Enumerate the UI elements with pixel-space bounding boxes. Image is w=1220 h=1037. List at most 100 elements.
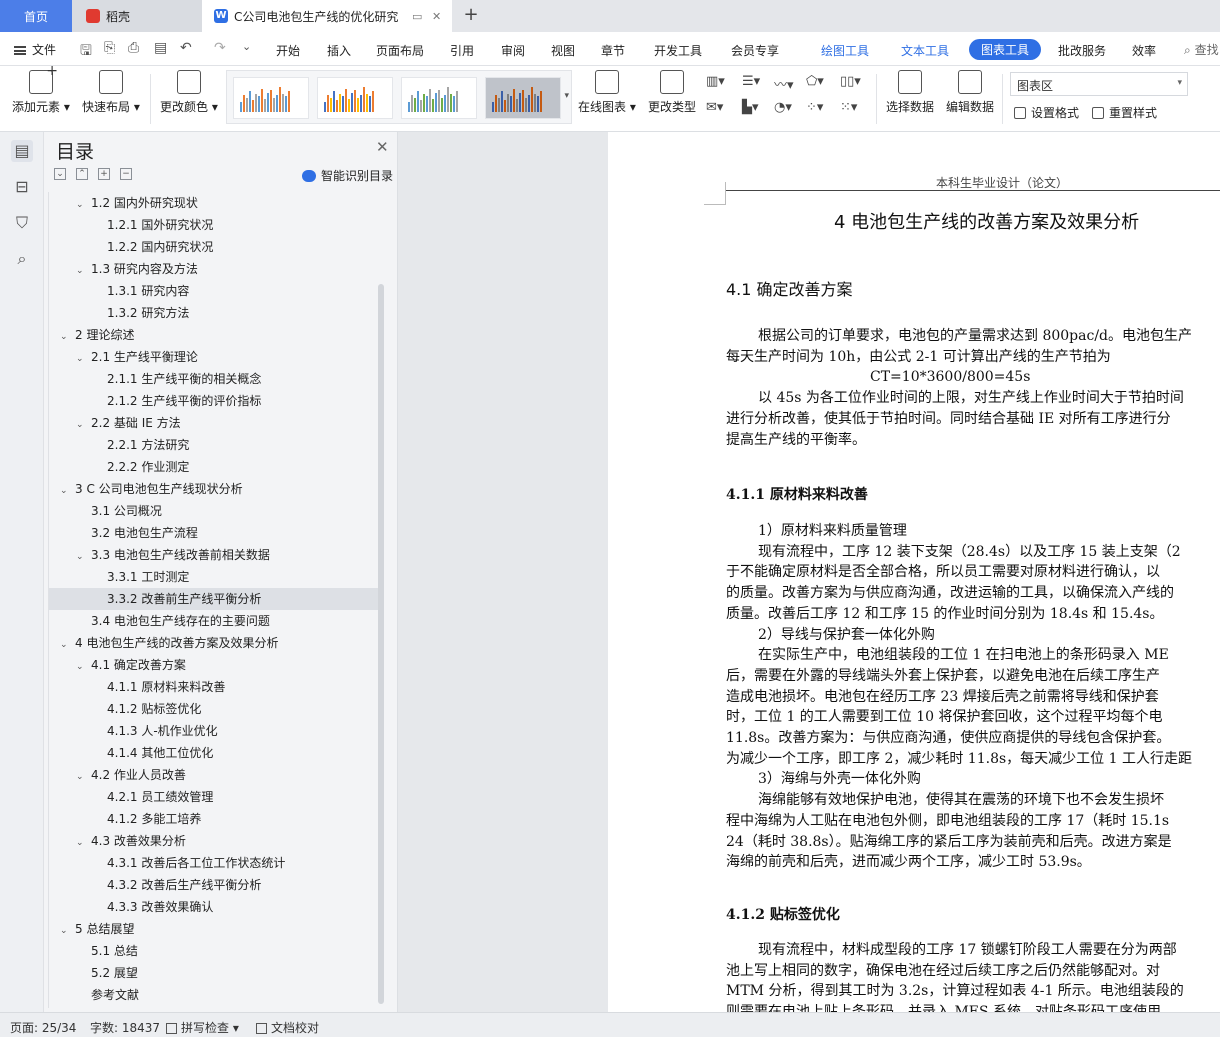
chart-style-4[interactable] [485,77,561,119]
toc-item[interactable]: ⌄ 2.2 基础 IE 方法 [49,412,380,434]
toc-item[interactable]: 5.1 总结 [49,940,380,962]
toc-item[interactable]: ⌄ 5 总结展望 [49,918,380,940]
file-menu[interactable]: 文件 [14,41,56,58]
chevron-down-icon[interactable]: ⌄ [76,832,86,854]
line-chart-icon[interactable]: 〰▾ [774,74,794,93]
column-chart-icon[interactable]: ▥▾ [706,74,725,89]
toc-item[interactable]: 5.2 展望 [49,962,380,984]
pie-chart-icon[interactable]: ◔▾ [774,100,792,115]
menu-insert[interactable]: 插入 [327,42,351,59]
toc-item[interactable]: 4.3.3 改善效果确认 [49,896,380,918]
chevron-down-icon[interactable]: ⌄ [60,920,70,942]
search-box[interactable]: ⌕ 查找 [1184,41,1219,58]
toc-item[interactable]: 4.1.2 贴标签优化 [49,698,380,720]
chart-style-2[interactable] [317,77,393,119]
search-icon[interactable]: ⌕ [11,248,33,270]
chevron-down-icon[interactable]: ⌄ [76,766,86,788]
toc-item[interactable]: ⌄ 2 理论综述 [49,324,380,346]
chevron-down-icon[interactable]: ⌄ [76,546,86,568]
toc-item[interactable]: 2.1.2 生产线平衡的评价指标 [49,390,380,412]
document-page[interactable]: 本科生毕业设计（论文） 4 电池包生产线的改善方案及效果分析 4.1 确定改善方… [608,132,1220,1012]
toc-item[interactable]: 参考文献 [49,984,380,1006]
select-data-button[interactable]: 选择数据 [886,70,934,115]
chapter-icon[interactable]: ⊟ [11,176,33,198]
tab-home[interactable]: 首页 [0,0,72,32]
toc-item[interactable]: 4.1.4 其他工位优化 [49,742,380,764]
chevron-down-icon[interactable]: ⌄ [76,348,86,370]
menu-chart-tools[interactable]: 图表工具 [969,39,1042,60]
toc-item[interactable]: 4.3.1 改善后各工位工作状态统计 [49,852,380,874]
word-count[interactable]: 字数: 18437 [90,1019,160,1036]
online-chart-button[interactable]: 在线图表 ▾ [578,70,636,115]
more-chevron-icon[interactable]: ⌄ [242,40,251,53]
toc-item[interactable]: ⌄ 3.3 电池包生产线改善前相关数据 [49,544,380,566]
scatter-chart-icon[interactable]: ⁘▾ [806,100,823,115]
page-count[interactable]: 页面: 25/34 [10,1019,76,1036]
toc-item[interactable]: 4.1.1 原材料来料改善 [49,676,380,698]
chevron-down-icon[interactable]: ⌄ [60,634,70,656]
toc-item[interactable]: 3.4 电池包生产线存在的主要问题 [49,610,380,632]
toc-item[interactable]: ⌄ 3 C 公司电池包生产线现状分析 [49,478,380,500]
toc-item[interactable]: 1.2.2 国内研究状况 [49,236,380,258]
edit-data-button[interactable]: 编辑数据 [946,70,994,115]
set-format-button[interactable]: 设置格式 [1014,104,1079,121]
close-icon[interactable]: ✕ [376,138,389,156]
toc-item[interactable]: 3.1 公司概况 [49,500,380,522]
gallery-expand-icon[interactable]: ▾ [564,91,569,101]
quick-layout-button[interactable]: 快速布局 ▾ [82,70,140,115]
add-element-button[interactable]: 添加元素 ▾ [12,63,70,115]
other-chart-icon[interactable]: ⁙▾ [840,100,857,115]
reset-style-button[interactable]: 重置样式 [1092,104,1157,121]
menu-start[interactable]: 开始 [276,42,300,59]
bookmark-icon[interactable]: ⛉ [11,212,33,234]
menu-chapter[interactable]: 章节 [601,42,625,59]
new-tab-button[interactable]: + [460,4,482,26]
print-icon[interactable]: ⎙ [128,40,139,56]
chart-style-3[interactable] [401,77,477,119]
redo-icon[interactable]: ↷ [214,40,226,56]
radar-chart-icon[interactable]: ⬠▾ [806,74,824,89]
menu-review[interactable]: 审阅 [501,42,525,59]
toc-item[interactable]: 4.1.2 多能工培养 [49,808,380,830]
change-type-button[interactable]: 更改类型 [648,70,696,115]
save-icon[interactable]: 🖫 [80,40,92,64]
stock-chart-icon[interactable]: ▯▯▾ [840,74,861,89]
menu-view[interactable]: 视图 [551,42,575,59]
toc-item[interactable]: ⌄ 2.1 生产线平衡理论 [49,346,380,368]
toc-item[interactable]: 4.2.1 员工绩效管理 [49,786,380,808]
toc-item[interactable]: 4.1.3 人-机作业优化 [49,720,380,742]
toc-icon[interactable]: ▤ [11,140,33,162]
chevron-down-icon[interactable]: ⌄ [60,480,70,502]
chart-style-1[interactable] [233,77,309,119]
add-heading-icon[interactable]: + [98,168,110,180]
chevron-down-icon[interactable]: ⌄ [76,260,86,282]
remove-heading-icon[interactable]: − [120,168,132,180]
chevron-down-icon[interactable]: ⌄ [76,194,86,216]
toc-item[interactable]: ⌄ 4 电池包生产线的改善方案及效果分析 [49,632,380,654]
bar-chart-icon[interactable]: ☰▾ [742,74,760,89]
screen-icon[interactable]: ▭ [412,10,424,23]
toc-item[interactable]: 1.3.1 研究内容 [49,280,380,302]
undo-icon[interactable]: ↶ [180,40,192,56]
toc-item[interactable]: 4.3.2 改善后生产线平衡分析 [49,874,380,896]
chevron-down-icon[interactable]: ⌄ [60,326,70,348]
proofread-button[interactable]: 文档校对 [256,1019,319,1036]
toc-scrollbar[interactable] [378,284,384,1004]
preview-icon[interactable]: ▤ [154,40,167,56]
change-color-button[interactable]: 更改颜色 ▾ [160,70,218,115]
tab-daoke[interactable]: 稻壳 [72,0,202,32]
area-chart-icon[interactable]: ▙▾ [742,100,759,115]
chart-area-select[interactable]: 图表区 ▾ [1010,72,1188,96]
smart-toc-button[interactable]: 智能识别目录 [302,167,393,184]
menu-dev-tools[interactable]: 开发工具 [654,42,702,59]
toc-item[interactable]: ⌄ 1.2 国内外研究现状 [49,192,380,214]
toc-item[interactable]: 2.1.1 生产线平衡的相关概念 [49,368,380,390]
toc-item[interactable]: 3.3.1 工时测定 [49,566,380,588]
toc-item[interactable]: ⌄ 4.3 改善效果分析 [49,830,380,852]
chevron-down-icon[interactable]: ⌄ [76,414,86,436]
collapse-all-icon[interactable]: ⌄ [54,168,66,180]
toc-item[interactable]: ⌄ 4.2 作业人员改善 [49,764,380,786]
menu-efficiency[interactable]: 效率 [1132,42,1156,59]
menu-drawing-tools[interactable]: 绘图工具 [821,42,869,59]
toc-item[interactable]: 2.2.1 方法研究 [49,434,380,456]
